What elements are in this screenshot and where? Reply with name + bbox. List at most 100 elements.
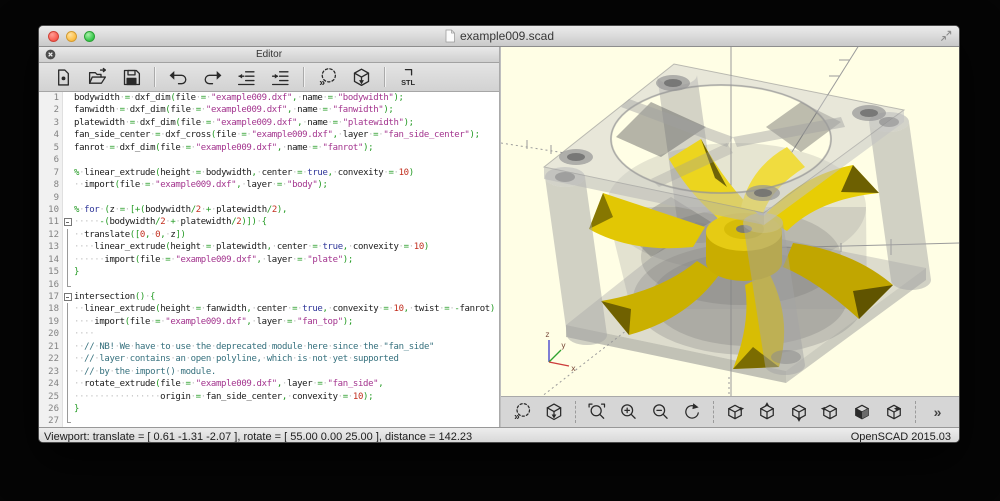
open-file-button[interactable] — [80, 65, 114, 90]
view-left-button[interactable] — [814, 399, 846, 425]
undo-icon — [168, 67, 189, 88]
code-line: 5fanrot·=·dxf_dim(file·=·"example009.dxf… — [39, 142, 499, 154]
code-line: 10%·for·(z·=·[+(bodywidth/2·+·platewidth… — [39, 204, 499, 216]
line-number: 6 — [39, 154, 63, 166]
view-center-button[interactable] — [878, 399, 910, 425]
code-text: ··//·NB!·We·have·to·use·the·deprecated·m… — [72, 341, 499, 353]
redo-button[interactable] — [195, 65, 229, 90]
preview-icon: » — [512, 402, 532, 422]
preview-button[interactable]: » — [310, 65, 344, 90]
line-number: 7 — [39, 167, 63, 179]
save-file-button[interactable] — [114, 65, 148, 90]
view-center-icon — [884, 402, 904, 422]
editor-pane: Editor » STL 1bodywidth·=·dxf_dim(file·=·… — [39, 47, 499, 427]
render-button[interactable] — [344, 65, 378, 90]
line-number: 4 — [39, 129, 63, 141]
fold-gutter — [63, 403, 72, 415]
toolbar-separator — [713, 401, 714, 423]
code-text: %·for·(z·=·[+(bodywidth/2·+·platewidth/2… — [72, 204, 499, 216]
fold-gutter — [63, 353, 72, 365]
code-line: 19····import(file·=·"example009.dxf",·la… — [39, 316, 499, 328]
line-number: 27 — [39, 415, 63, 427]
svg-text:»: » — [319, 76, 325, 88]
view-top-button[interactable] — [751, 399, 783, 425]
viewport-toolbar: »» — [501, 396, 959, 427]
toolbar-overflow-button[interactable]: » — [921, 399, 954, 425]
document-icon — [444, 29, 456, 43]
code-text: } — [72, 403, 499, 415]
code-line: 12 ··translate([0,·0,·z]) — [39, 229, 499, 241]
view-diagonal-button[interactable] — [846, 399, 878, 425]
line-number: 24 — [39, 378, 63, 390]
line-number: 17 — [39, 291, 63, 303]
code-text — [72, 192, 499, 204]
code-text: } — [72, 266, 499, 278]
line-number: 26 — [39, 403, 63, 415]
fold-toggle[interactable] — [63, 216, 72, 228]
axis-x-label: x — [571, 364, 576, 373]
svg-text:STL: STL — [401, 77, 415, 86]
line-number: 13 — [39, 241, 63, 253]
code-text: fanwidth·=·dxf_dim(file·=·"example009.dx… — [72, 104, 499, 116]
fan-model — [544, 64, 931, 383]
view-right-button[interactable] — [719, 399, 751, 425]
traffic-lights — [39, 31, 95, 42]
unindent-button[interactable] — [229, 65, 263, 90]
line-number: 9 — [39, 192, 63, 204]
code-line: 22··//·layer·contains·an·open·polyline,·… — [39, 353, 499, 365]
fold-toggle[interactable] — [63, 291, 72, 303]
code-line: 14······import(file·=·"example009.dxf",·… — [39, 254, 499, 266]
editor-panel-title: Editor — [39, 49, 499, 60]
code-text: ····linear_extrude(height·=·platewidth,·… — [72, 241, 499, 253]
zoom-window-button[interactable] — [84, 31, 95, 42]
zoom-out-button[interactable] — [644, 399, 676, 425]
code-text: ·················origin·=·fan_side_cente… — [72, 391, 499, 403]
zoom-in-icon — [618, 402, 638, 422]
code-text: ··translate([0,·0,·z]) — [72, 229, 499, 241]
reset-view-icon — [682, 402, 702, 422]
line-number: 8 — [39, 179, 63, 191]
code-editor[interactable]: 1bodywidth·=·dxf_dim(file·=·"example009.… — [39, 92, 499, 427]
line-number: 18 — [39, 303, 63, 315]
close-window-button[interactable] — [48, 31, 59, 42]
code-text: ··import(file·=·"example009.dxf",·layer·… — [72, 179, 499, 191]
fold-gutter — [63, 366, 72, 378]
chevron-double-right-icon: » — [934, 404, 942, 420]
unindent-icon — [236, 67, 257, 88]
export-stl-button[interactable]: STL — [391, 65, 425, 90]
code-line: 21 ··//·NB!·We·have·to·use·the·deprecated… — [39, 341, 499, 353]
line-number: 2 — [39, 104, 63, 116]
preview-button[interactable]: » — [506, 399, 538, 425]
fold-gutter — [63, 266, 72, 278]
3d-scene[interactable]: z y x — [501, 47, 959, 397]
render-icon — [351, 67, 372, 88]
code-line: 13 ····linear_extrude(height·=·platewidth… — [39, 241, 499, 253]
zoom-in-button[interactable] — [612, 399, 644, 425]
editor-close-button[interactable] — [44, 48, 57, 61]
fold-gutter — [63, 415, 72, 427]
line-number: 21 — [39, 341, 63, 353]
code-line: 25·················origin·=·fan_side_cen… — [39, 391, 499, 403]
axis-y-label: y — [561, 341, 566, 350]
code-line: 26} — [39, 403, 499, 415]
code-line: 24··rotate_extrude(file·=·"example009.dx… — [39, 378, 499, 390]
reset-view-button[interactable] — [676, 399, 708, 425]
undo-button[interactable] — [161, 65, 195, 90]
titlebar[interactable]: example009.scad — [39, 26, 959, 47]
zoom-all-button[interactable] — [581, 399, 613, 425]
indent-button[interactable] — [263, 65, 297, 90]
window-title-area: example009.scad — [39, 29, 959, 43]
fold-gutter — [63, 142, 72, 154]
minimize-window-button[interactable] — [66, 31, 77, 42]
line-number: 12 — [39, 229, 63, 241]
new-file-button[interactable] — [46, 65, 80, 90]
view-bottom-button[interactable] — [783, 399, 815, 425]
code-line: 7%·linear_extrude(height·=·bodywidth,·ce… — [39, 167, 499, 179]
toolbar-separator — [384, 67, 385, 87]
code-text: fan_side_center·=·dxf_cross(file·=·"exam… — [72, 129, 499, 141]
viewport-pane[interactable]: z y x »» — [501, 47, 959, 427]
code-line: 3platewidth·=·dxf_dim(file·=·"example009… — [39, 117, 499, 129]
render-button[interactable] — [538, 399, 570, 425]
line-number: 22 — [39, 353, 63, 365]
fullscreen-icon[interactable] — [939, 29, 953, 43]
